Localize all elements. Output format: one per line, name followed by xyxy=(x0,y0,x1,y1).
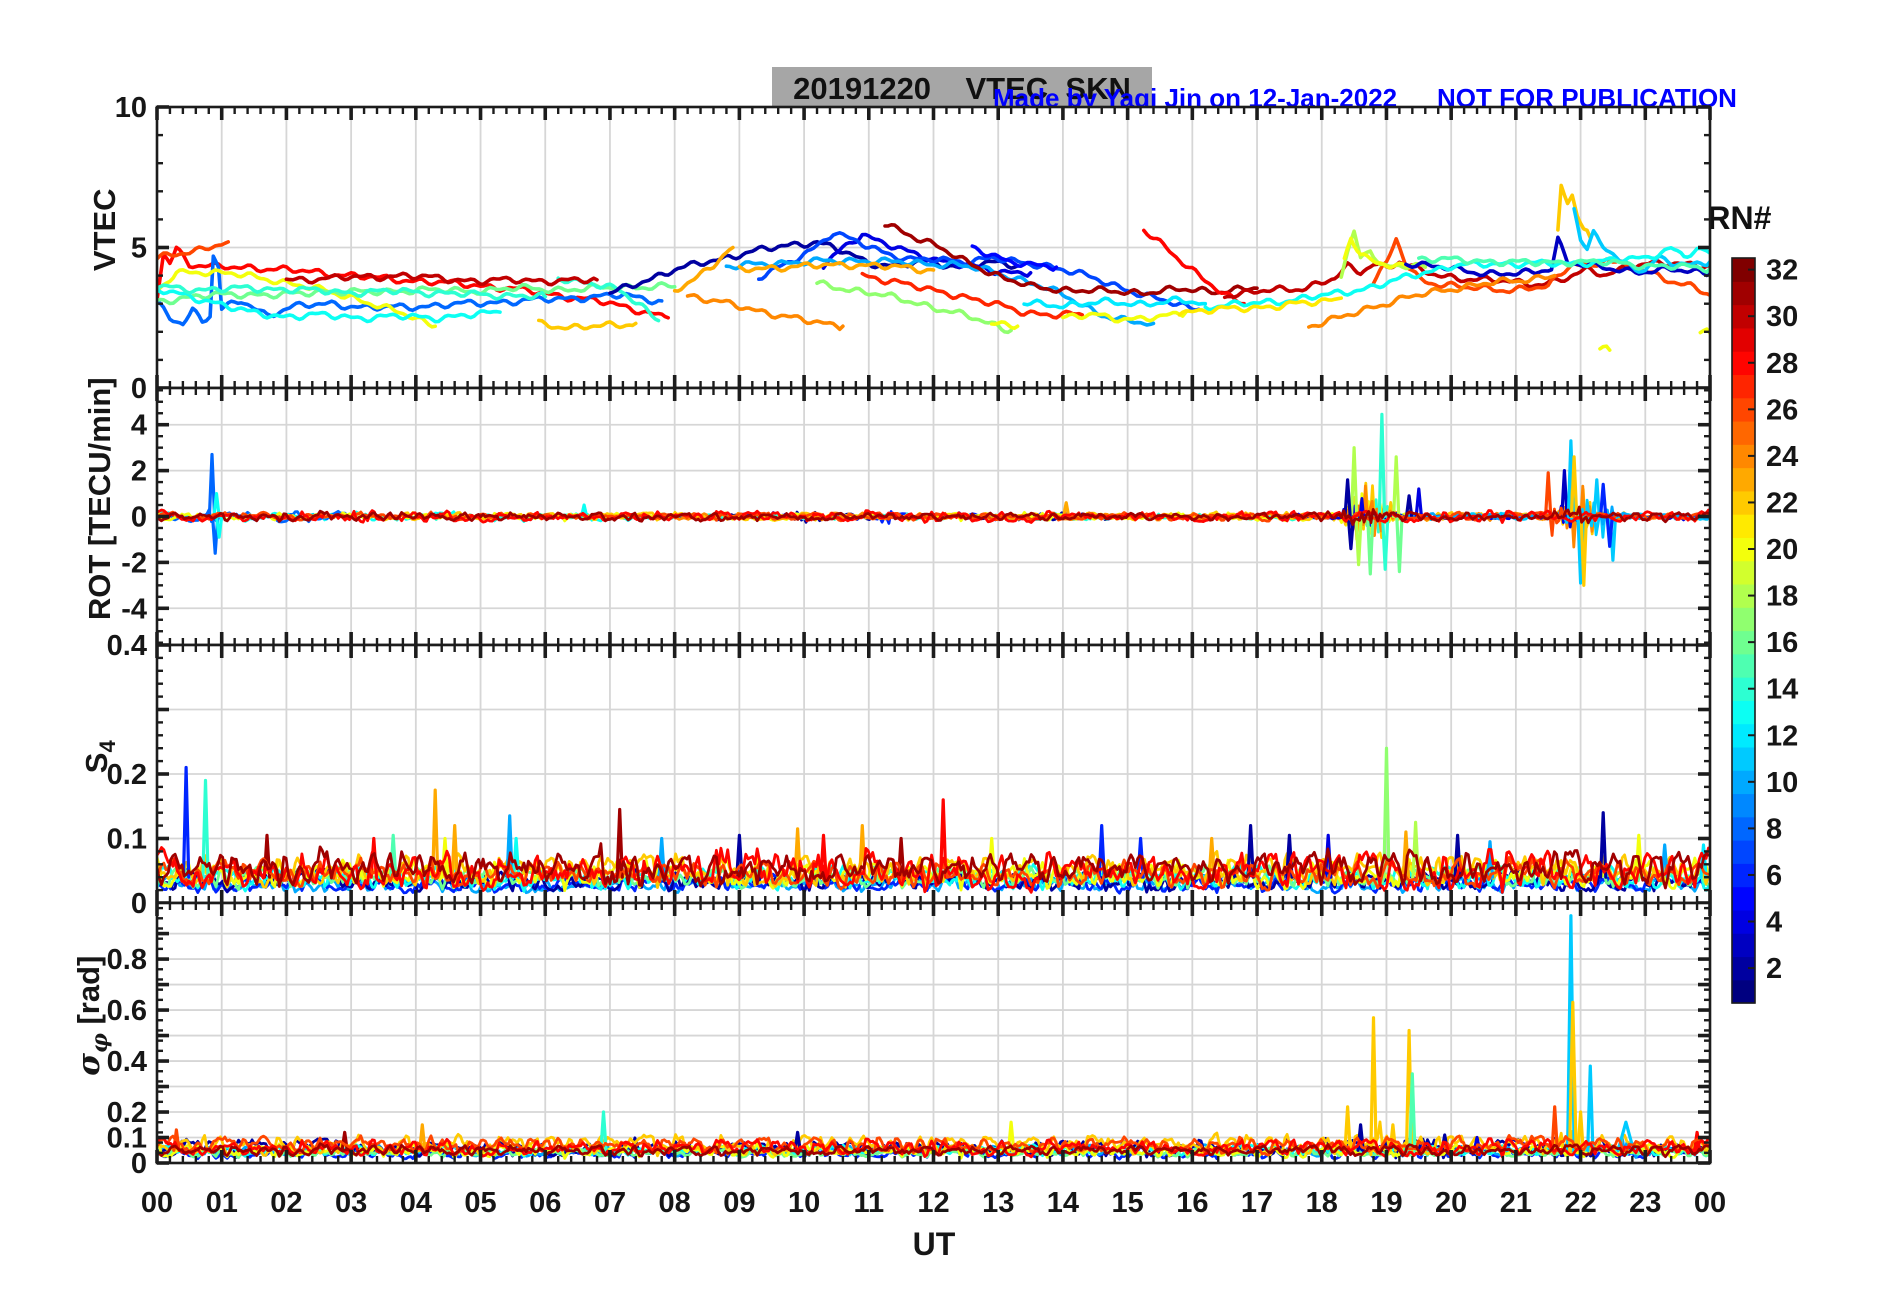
x-tick-label: 14 xyxy=(1047,1187,1079,1219)
chart-svg: 0510-4-202400.10.20.400.10.20.40.60.800 0… xyxy=(107,92,1799,1219)
panel-rot: -4 -2 0 2 4 xyxy=(121,386,1712,647)
colorbar-cell xyxy=(1732,933,1755,958)
colorbar-cell xyxy=(1732,281,1755,306)
colorbar-cell xyxy=(1732,886,1755,911)
y-tick-label: 0.2 xyxy=(107,1097,147,1129)
colorbar-cell xyxy=(1732,653,1755,678)
y-tick-label: 0.1 xyxy=(107,824,147,856)
x-tick-label: 23 xyxy=(1629,1187,1661,1219)
x-tick-label: 05 xyxy=(464,1187,496,1219)
y-tick-label: 5 xyxy=(131,233,147,265)
panel-s4: 0 0.1 0.2 0.4 xyxy=(107,630,1712,920)
panel-sigmaphi: 00.10.20.40.60.8 xyxy=(107,901,1712,1180)
y-tick-label: 0.8 xyxy=(107,944,147,976)
panel-vtec: 0 5 10 xyxy=(115,92,1712,405)
colorbar-cell xyxy=(1732,420,1755,445)
x-tick-label: 21 xyxy=(1500,1187,1532,1219)
x-tick-label: 00 xyxy=(141,1187,173,1219)
colorbar-tick-label: 4 xyxy=(1766,907,1782,939)
colorbar-cell xyxy=(1732,374,1755,399)
colorbar-cell xyxy=(1732,607,1755,632)
colorbar-cell xyxy=(1732,746,1755,771)
x-tick-label: 01 xyxy=(206,1187,238,1219)
x-tick-label: 12 xyxy=(917,1187,949,1219)
x-tick-label: 03 xyxy=(335,1187,367,1219)
colorbar-cell xyxy=(1732,327,1755,352)
colorbar-tick-label: 20 xyxy=(1766,534,1798,566)
y-tick-label: 10 xyxy=(115,92,147,124)
x-tick-label: 11 xyxy=(853,1187,884,1219)
y-tick-label: 4 xyxy=(131,410,147,442)
colorbar-tick-label: 12 xyxy=(1766,720,1798,752)
colorbar-tick-label: 8 xyxy=(1766,813,1782,845)
x-tick-label: 02 xyxy=(270,1187,302,1219)
x-tick-label: 04 xyxy=(400,1187,432,1219)
colorbar-tick-label: 2 xyxy=(1766,953,1782,985)
colorbar-tick-label: 32 xyxy=(1766,255,1798,287)
y-tick-label: -2 xyxy=(121,547,147,579)
y-tick-label: 0.2 xyxy=(107,759,147,791)
colorbar-cell xyxy=(1732,700,1755,725)
y-tick-label: 2 xyxy=(131,456,147,488)
colorbar-cell xyxy=(1732,467,1755,492)
figure-page: 20191220 VTEC SKN Made by Yaqi Jin on 12… xyxy=(0,0,1902,1292)
x-tick-label: 10 xyxy=(788,1187,820,1219)
y-tick-label: 0.4 xyxy=(107,1046,147,1078)
y-tick-label: -4 xyxy=(121,593,147,625)
x-tick-label: 22 xyxy=(1564,1187,1596,1219)
colorbar-cell xyxy=(1732,560,1755,585)
y-tick-label: 0.6 xyxy=(107,995,147,1027)
x-tick-label: 19 xyxy=(1370,1187,1402,1219)
colorbar: 2468101214161820222426283032 xyxy=(1731,255,1798,1004)
colorbar-tick-label: 16 xyxy=(1766,627,1798,659)
colorbar-tick-label: 22 xyxy=(1766,487,1798,519)
x-tick-label: 00 xyxy=(1694,1187,1726,1219)
y-tick-label: 0 xyxy=(131,502,147,534)
y-tick-label: 0.4 xyxy=(107,630,147,662)
colorbar-tick-label: 26 xyxy=(1766,394,1798,426)
colorbar-cell xyxy=(1732,793,1755,818)
x-tick-label: 20 xyxy=(1435,1187,1467,1219)
x-tick-label: 16 xyxy=(1176,1187,1208,1219)
colorbar-tick-label: 10 xyxy=(1766,767,1798,799)
x-tick-label: 17 xyxy=(1241,1187,1273,1219)
colorbar-cell xyxy=(1732,840,1755,864)
colorbar-tick-label: 6 xyxy=(1766,860,1782,892)
x-tick-label: 18 xyxy=(1306,1187,1338,1219)
colorbar-cell xyxy=(1732,979,1755,1004)
x-tick-label: 13 xyxy=(982,1187,1014,1219)
y-tick-label: 0 xyxy=(131,888,147,920)
colorbar-tick-label: 24 xyxy=(1766,441,1798,473)
x-tick-label: 06 xyxy=(529,1187,561,1219)
x-tick-label: 15 xyxy=(1111,1187,1143,1219)
colorbar-tick-label: 30 xyxy=(1766,301,1798,333)
x-tick-label: 07 xyxy=(594,1187,626,1219)
colorbar-tick-label: 18 xyxy=(1766,581,1798,613)
y-tick-label: 0 xyxy=(131,373,147,405)
x-tick-label: 08 xyxy=(659,1187,691,1219)
colorbar-tick-label: 14 xyxy=(1766,674,1798,706)
colorbar-cell xyxy=(1732,514,1755,538)
colorbar-tick-label: 28 xyxy=(1766,348,1798,380)
x-tick-label: 09 xyxy=(723,1187,755,1219)
